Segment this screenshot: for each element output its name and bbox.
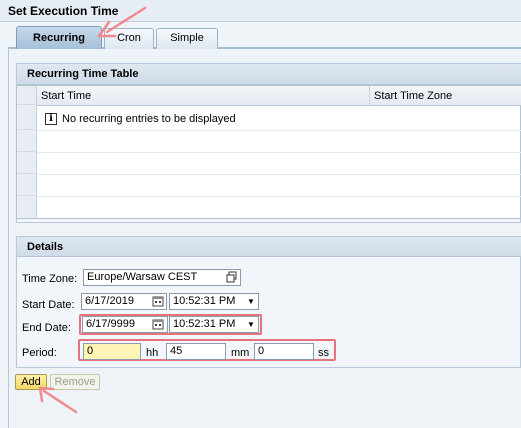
empty-table-message: No recurring entries to be displayed	[62, 113, 236, 125]
column-header-start-time-zone[interactable]: Start Time Zone	[370, 86, 521, 106]
end-date-label: End Date:	[22, 322, 71, 334]
time-zone-label: Time Zone:	[22, 273, 78, 285]
period-seconds-value: 0	[258, 345, 265, 357]
recurring-time-table-header: Recurring Time Table	[17, 64, 521, 85]
value-help-icon[interactable]	[226, 271, 238, 283]
start-time-dropdown[interactable]: 10:52:31 PM ▼	[169, 293, 259, 310]
row-divider	[37, 174, 521, 175]
calendar-icon[interactable]	[152, 295, 164, 307]
time-zone-field[interactable]: Europe/Warsaw CEST	[83, 269, 241, 286]
row-divider	[37, 196, 521, 197]
start-date-value: 6/17/2019	[85, 295, 134, 307]
time-zone-value: Europe/Warsaw CEST	[87, 271, 198, 283]
period-label: Period:	[22, 347, 57, 359]
hours-unit-label: hh	[146, 347, 159, 359]
select-all-cell[interactable]	[17, 86, 37, 105]
end-time-dropdown[interactable]: 10:52:31 PM ▼	[169, 316, 259, 333]
column-header-start-time[interactable]: Start Time	[37, 86, 370, 106]
row-selector[interactable]	[17, 152, 37, 174]
chevron-down-icon[interactable]: ▼	[244, 294, 258, 309]
minutes-unit-label: mm	[231, 347, 250, 359]
seconds-unit-label: ss	[318, 347, 329, 359]
start-time-value: 10:52:31 PM	[173, 295, 236, 307]
period-hours-input[interactable]: 0	[83, 343, 141, 360]
info-icon: i	[45, 113, 57, 125]
period-minutes-input[interactable]: 45	[166, 343, 226, 360]
end-date-value: 6/17/9999	[86, 318, 135, 330]
period-seconds-input[interactable]: 0	[254, 343, 314, 360]
start-date-label: Start Date:	[22, 299, 75, 311]
calendar-icon[interactable]	[152, 318, 164, 330]
tab-simple[interactable]: Simple	[156, 28, 218, 49]
row-divider	[37, 152, 521, 153]
annotation-arrow-icon	[97, 6, 147, 38]
row-selector[interactable]	[17, 109, 37, 130]
row-divider	[37, 130, 521, 131]
details-header: Details	[17, 237, 521, 257]
row-selector[interactable]	[17, 174, 37, 196]
row-selector[interactable]	[17, 130, 37, 152]
end-time-value: 10:52:31 PM	[173, 318, 236, 330]
annotation-arrow-icon	[38, 386, 78, 414]
period-hours-value: 0	[87, 345, 94, 357]
period-minutes-value: 45	[170, 345, 183, 357]
row-selector[interactable]	[17, 196, 37, 218]
chevron-down-icon[interactable]: ▼	[244, 317, 258, 332]
